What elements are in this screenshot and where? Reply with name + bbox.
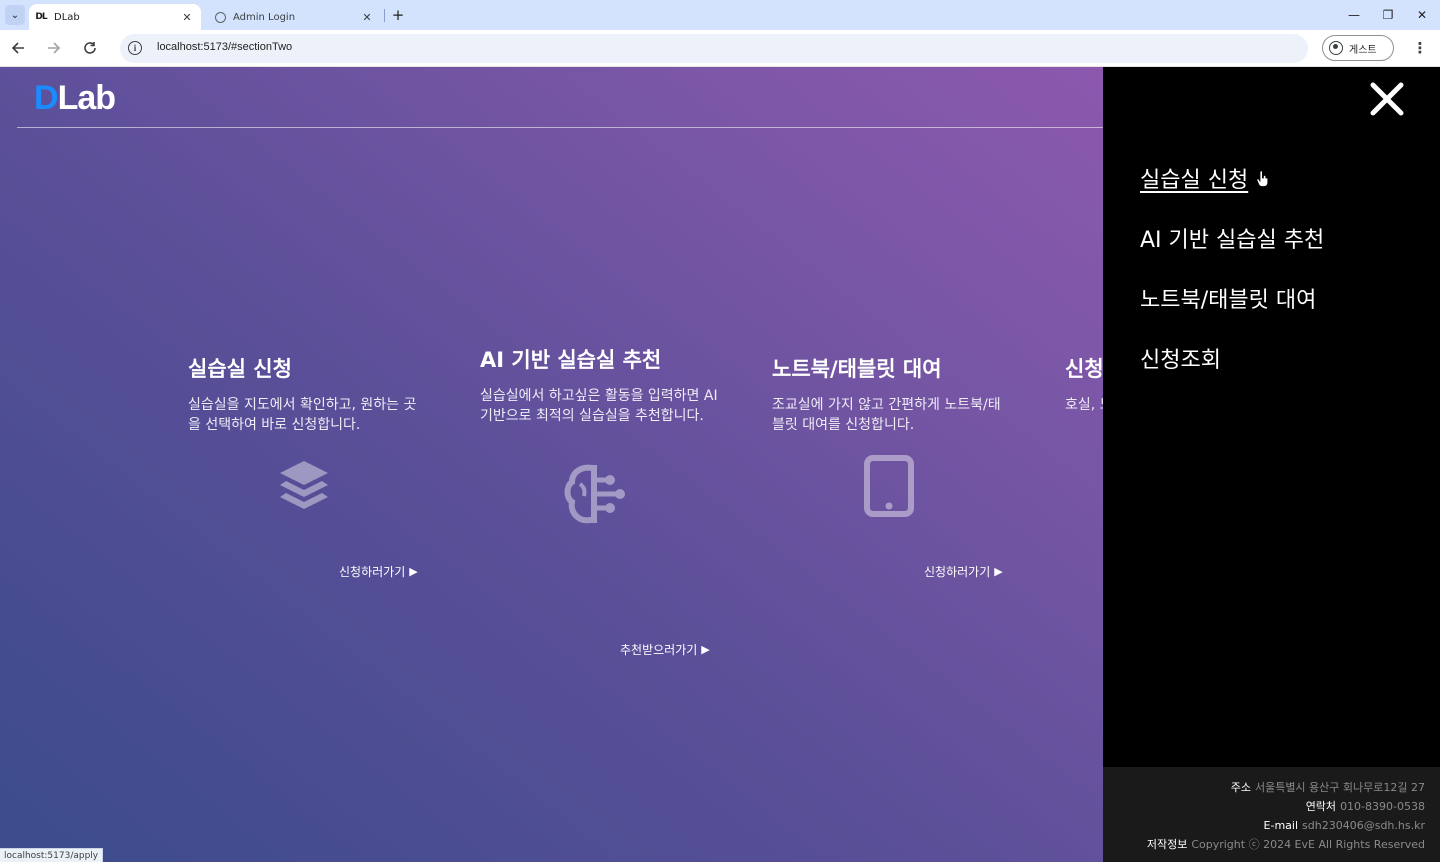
hand-cursor-icon: [1256, 171, 1268, 187]
arrow-right-icon: [48, 42, 61, 54]
service-card-ai-recommend: AI 기반 실습실 추천 실습실에서 하고싶은 활동을 입력하면 AI 기반으로…: [480, 344, 720, 657]
forward-button[interactable]: [43, 37, 65, 59]
footer-contact: 연락처 010-8390-0538: [1305, 800, 1425, 813]
footer-address: 주소 서울특별시 용산구 회나무로12길 27: [1230, 781, 1425, 794]
new-tab-button[interactable]: +: [389, 5, 407, 25]
tab-title: DLab: [54, 11, 80, 23]
arrow-left-icon: [11, 42, 24, 54]
tab-close-icon[interactable]: ✕: [359, 9, 375, 25]
window-close-button[interactable]: ✕: [1410, 6, 1434, 24]
person-icon: [1329, 41, 1343, 55]
browser-tab-bar: ⌄ DL DLab ✕ Admin Login ✕ + — ❐ ✕: [0, 0, 1440, 30]
reload-button[interactable]: [79, 37, 101, 59]
reload-icon: [84, 42, 96, 54]
card-description: 실습실을 지도에서 확인하고, 원하는 곳을 선택하여 바로 신청합니다.: [188, 397, 417, 433]
status-bar-url: localhost:5173/apply: [0, 848, 104, 862]
menu-footer: 주소 서울특별시 용산구 회나무로12길 27 연락처 010-8390-0538 …: [1103, 767, 1440, 862]
service-card-device-rental: 노트북/태블릿 대여 조교실에 가지 않고 간편하게 노트북/태블릿 대여를 신…: [772, 353, 1012, 579]
rental-link[interactable]: 신청하러가기 ▶: [924, 563, 1003, 580]
browser-menu-icon[interactable]: ⋮: [1412, 38, 1428, 58]
tab-separator: [384, 9, 385, 22]
footer-email: E-mail sdh230406@sdh.hs.kr: [1263, 819, 1425, 832]
address-bar[interactable]: i localhost:5173/#sectionTwo: [120, 34, 1308, 63]
card-title: AI 기반 실습실 추천: [480, 348, 662, 372]
play-arrow-icon: ▶: [701, 643, 710, 656]
tab-search-button[interactable]: ⌄: [5, 5, 25, 25]
globe-icon: [215, 11, 226, 23]
apply-link[interactable]: 신청하러가기 ▶: [339, 563, 418, 580]
close-icon: [1370, 82, 1404, 116]
profile-label: 게스트: [1349, 44, 1377, 56]
tab-title: Admin Login: [233, 11, 296, 23]
tab-close-icon[interactable]: ✕: [179, 9, 195, 25]
card-title: 실습실 신청: [188, 357, 292, 381]
ai-brain-icon: [564, 464, 628, 530]
service-card-lab-apply: 실습실 신청 실습실을 지도에서 확인하고, 원하는 곳을 선택하여 바로 신청…: [188, 353, 428, 579]
dlab-logo[interactable]: DLab: [34, 79, 116, 118]
card-description: 실습실에서 하고싶은 활동을 입력하면 AI 기반으로 최적의 실습실을 추천합…: [480, 388, 718, 424]
minimize-button[interactable]: —: [1342, 6, 1366, 24]
footer-copyright: 저작정보 Copyright ⓒ 2024 EvE All Rights Rese…: [1146, 838, 1425, 851]
menu-item-ai-recommend[interactable]: AI 기반 실습실 추천: [1140, 222, 1324, 254]
play-arrow-icon: ▶: [994, 565, 1003, 578]
tab-admin-login[interactable]: Admin Login ✕: [209, 4, 381, 30]
card-description: 조교실에 가지 않고 간편하게 노트북/태블릿 대여를 신청합니다.: [772, 397, 1001, 433]
recommend-link[interactable]: 추천받으러가기 ▶: [620, 641, 710, 658]
menu-item-device-rental[interactable]: 노트북/태블릿 대여: [1140, 282, 1316, 314]
chevron-down-icon: ⌄: [10, 9, 20, 21]
profile-button[interactable]: 게스트: [1322, 35, 1394, 61]
tab-dlab[interactable]: DL DLab ✕: [29, 4, 201, 30]
site-info-icon[interactable]: i: [128, 41, 142, 55]
menu-item-lab-apply[interactable]: 실습실 신청: [1140, 162, 1248, 194]
restore-button[interactable]: ❐: [1376, 6, 1400, 24]
dlab-favicon-icon: DL: [35, 12, 47, 22]
page-viewport: DLab 실습실 신청 실습실을 지도에서 확인하고, 원하는 곳을 선택하여 …: [0, 67, 1440, 862]
menu-item-history[interactable]: 신청조회: [1140, 342, 1221, 374]
browser-toolbar: i localhost:5173/#sectionTwo 게스트 ⋮: [0, 30, 1440, 67]
back-button[interactable]: [7, 37, 29, 59]
side-menu: 실습실 신청 AI 기반 실습실 추천 노트북/태블릿 대여 신청조회 주소 서울…: [1103, 67, 1440, 862]
layers-icon: [278, 459, 330, 515]
tablet-icon: [864, 455, 914, 521]
close-menu-button[interactable]: [1367, 79, 1407, 119]
header-divider: [17, 127, 1103, 128]
address-url[interactable]: localhost:5173/#sectionTwo: [157, 41, 292, 53]
card-title: 노트북/태블릿 대여: [772, 357, 942, 381]
play-arrow-icon: ▶: [409, 565, 418, 578]
